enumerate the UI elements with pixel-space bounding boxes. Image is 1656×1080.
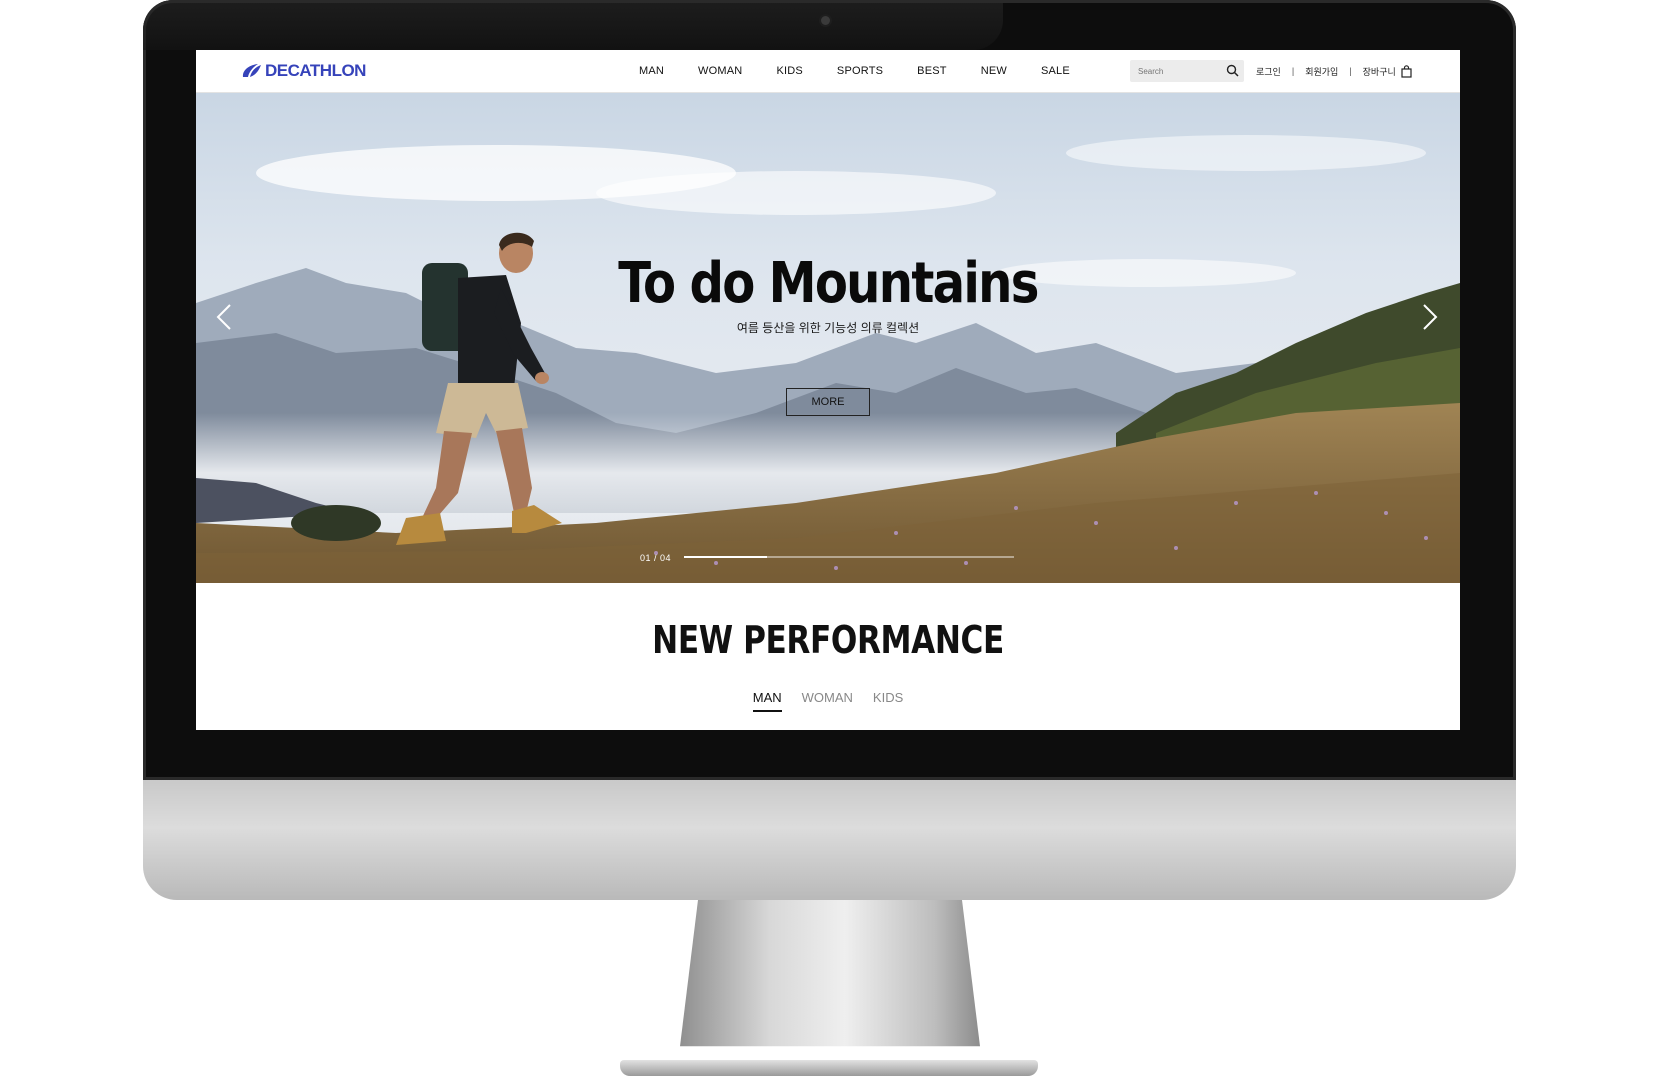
nav-item-man[interactable]: MAN — [622, 65, 681, 77]
decathlon-logo[interactable]: DECATHLON — [240, 61, 366, 81]
camera-icon — [821, 16, 830, 25]
util-separator: | — [1291, 66, 1295, 76]
nav-item-best[interactable]: BEST — [900, 65, 964, 77]
signup-link[interactable]: 회원가입 — [1305, 65, 1338, 78]
monitor-chin — [143, 780, 1516, 900]
monitor-stand — [680, 900, 980, 1047]
tab-man[interactable]: MAN — [752, 690, 782, 712]
main-navigation: MAN WOMAN KIDS SPORTS BEST NEW SALE — [622, 50, 1087, 92]
search-input[interactable] — [1130, 60, 1224, 82]
site-header: DECATHLON MAN WOMAN KIDS SPORTS BEST NEW… — [196, 50, 1460, 93]
utility-menu: 로그인 | 회원가입 | 장바구니 — [1256, 50, 1412, 92]
website-screen: DECATHLON MAN WOMAN KIDS SPORTS BEST NEW… — [196, 50, 1460, 730]
search-box — [1130, 60, 1244, 82]
shopping-bag-icon[interactable] — [1401, 64, 1412, 78]
search-icon[interactable] — [1226, 64, 1239, 77]
hero-subtitle: 여름 등산을 위한 기능성 의류 컬렉션 — [736, 321, 920, 335]
hero-background-image — [196, 93, 1460, 583]
slide-progress-bar[interactable] — [684, 556, 1014, 558]
nav-item-sale[interactable]: SALE — [1024, 65, 1087, 77]
chevron-left-icon[interactable] — [216, 303, 232, 331]
login-link[interactable]: 로그인 — [1256, 65, 1281, 78]
hero-title: To do Mountains — [618, 251, 1039, 316]
slide-progress-fill — [684, 556, 767, 558]
nav-item-kids[interactable]: KIDS — [759, 65, 819, 77]
tab-kids[interactable]: KIDS — [873, 690, 903, 712]
decathlon-logo-icon — [242, 64, 261, 77]
section-title: NEW PERFORMANCE — [652, 618, 1004, 662]
tab-woman[interactable]: WOMAN — [802, 690, 853, 712]
monitor-foot — [620, 1060, 1038, 1076]
hero-slider: To do Mountains 여름 등산을 위한 기능성 의류 컬렉션 MOR… — [196, 93, 1460, 583]
nav-item-woman[interactable]: WOMAN — [681, 65, 759, 77]
nav-item-new[interactable]: NEW — [964, 65, 1024, 77]
chevron-right-icon[interactable] — [1422, 303, 1438, 331]
nav-item-sports[interactable]: SPORTS — [820, 65, 900, 77]
slide-counter: 01 / 04 — [640, 553, 672, 563]
bezel-reflection — [143, 0, 1003, 50]
util-separator: | — [1349, 66, 1352, 76]
logo-text: DECATHLON — [265, 61, 366, 80]
category-tabs: MAN WOMAN KIDS — [196, 690, 1460, 712]
more-button[interactable]: MORE — [786, 388, 870, 416]
cart-link[interactable]: 장바구니 — [1363, 65, 1396, 78]
